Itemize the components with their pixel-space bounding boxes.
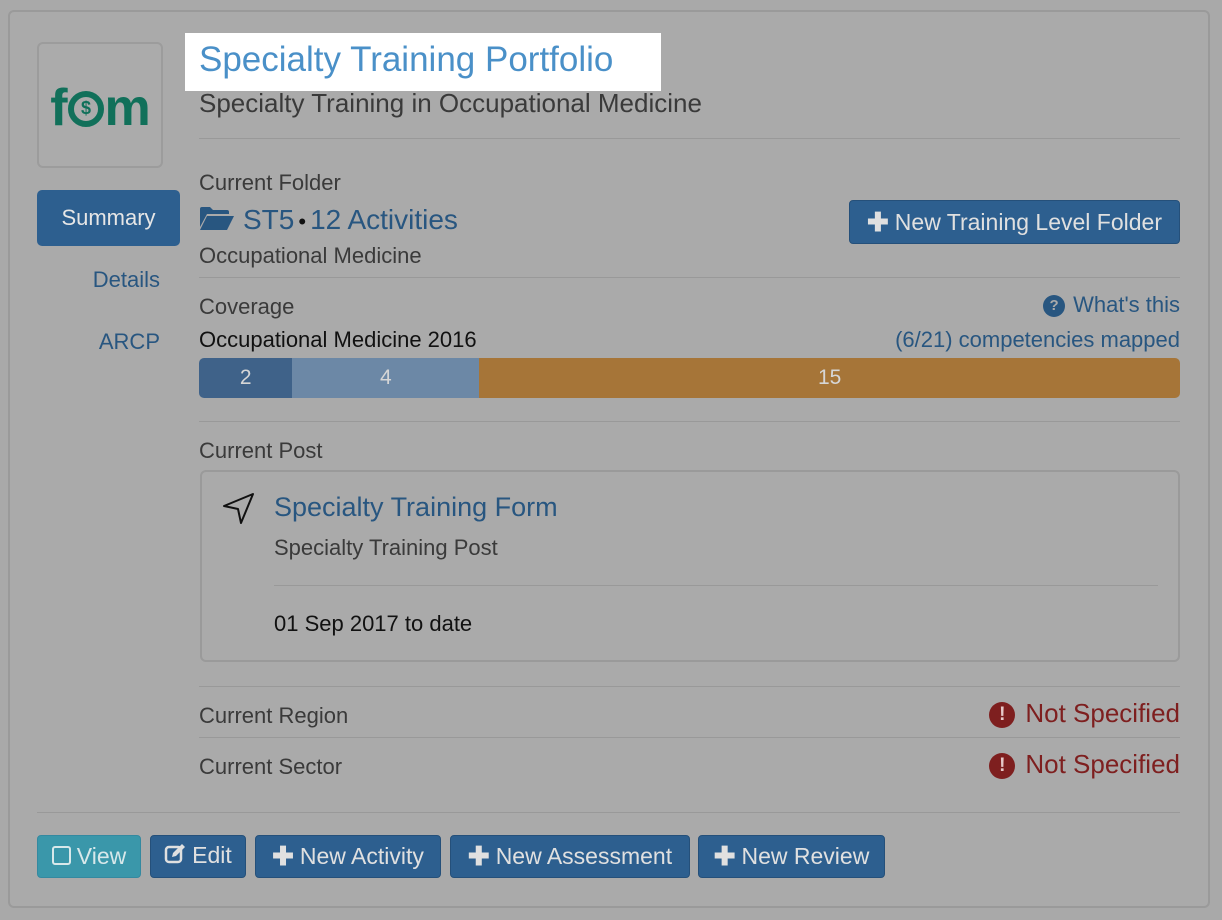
coverage-segment: 4 (292, 358, 480, 398)
sector-status: ! Not Specified (989, 749, 1180, 780)
plus-icon: ✚ (272, 841, 294, 871)
divider (199, 421, 1180, 422)
post-title-link[interactable]: Specialty Training Form (274, 492, 558, 523)
new-activity-button[interactable]: ✚ New Activity (255, 835, 441, 878)
current-sector-label: Current Sector (199, 754, 343, 779)
coverage-label: Coverage (199, 294, 295, 319)
divider (199, 138, 1180, 139)
new-review-button[interactable]: ✚ New Review (698, 835, 885, 878)
edit-button[interactable]: Edit (150, 835, 246, 878)
new-assessment-button[interactable]: ✚ New Assessment (450, 835, 690, 878)
folder-open-icon (199, 205, 235, 238)
current-post-label: Current Post (199, 438, 323, 463)
folder-activities-link[interactable]: 12 Activities (310, 204, 458, 235)
coverage-segment: 2 (199, 358, 293, 398)
plus-icon: ✚ (713, 841, 736, 871)
folder-name-link[interactable]: ST5 (243, 204, 294, 235)
fom-logo: f $ m (37, 42, 163, 168)
location-arrow-icon (222, 492, 256, 531)
current-post-panel: Specialty Training Form Specialty Traini… (200, 470, 1180, 662)
folder-specialty: Occupational Medicine (199, 243, 422, 268)
coverage-curriculum: Occupational Medicine 2016 (199, 327, 477, 352)
plus-icon: ✚ (467, 841, 490, 871)
edit-icon (164, 838, 186, 877)
divider (199, 277, 1180, 278)
question-circle-icon: ? (1043, 295, 1066, 317)
post-subtitle: Specialty Training Post (274, 535, 498, 560)
divider (274, 585, 1158, 586)
competencies-mapped-link[interactable]: (6/21) competencies mapped (895, 327, 1180, 353)
divider (199, 686, 1180, 687)
page-title[interactable]: Specialty Training Portfolio (199, 40, 613, 80)
logo-circle-icon: $ (67, 91, 104, 127)
coverage-progress-bar: 2 4 15 (199, 358, 1180, 398)
sidebar-item-arcp[interactable]: ARCP (99, 329, 160, 355)
divider (199, 737, 1180, 738)
plus-icon: ✚ (867, 207, 889, 237)
page-subtitle: Specialty Training in Occupational Medic… (199, 88, 702, 118)
square-icon (51, 846, 71, 865)
exclamation-circle-icon: ! (989, 753, 1016, 779)
sidebar-item-details[interactable]: Details (93, 267, 160, 293)
exclamation-circle-icon: ! (989, 702, 1016, 728)
view-button[interactable]: View (37, 835, 141, 878)
coverage-segment: 15 (479, 358, 1180, 398)
whats-this-link[interactable]: ? What's this (1043, 292, 1180, 318)
logo-wordmark: f $ m (50, 79, 151, 137)
post-dates: 01 Sep 2017 to date (274, 611, 473, 636)
current-folder: ST5 • 12 Activities (199, 204, 458, 238)
current-region-label: Current Region (199, 703, 349, 728)
divider (37, 812, 1180, 813)
new-training-level-folder-button[interactable]: ✚ New Training Level Folder (849, 200, 1180, 244)
current-folder-label: Current Folder (199, 170, 341, 195)
region-status: ! Not Specified (989, 698, 1180, 729)
sidebar-item-summary[interactable]: Summary (37, 190, 180, 246)
